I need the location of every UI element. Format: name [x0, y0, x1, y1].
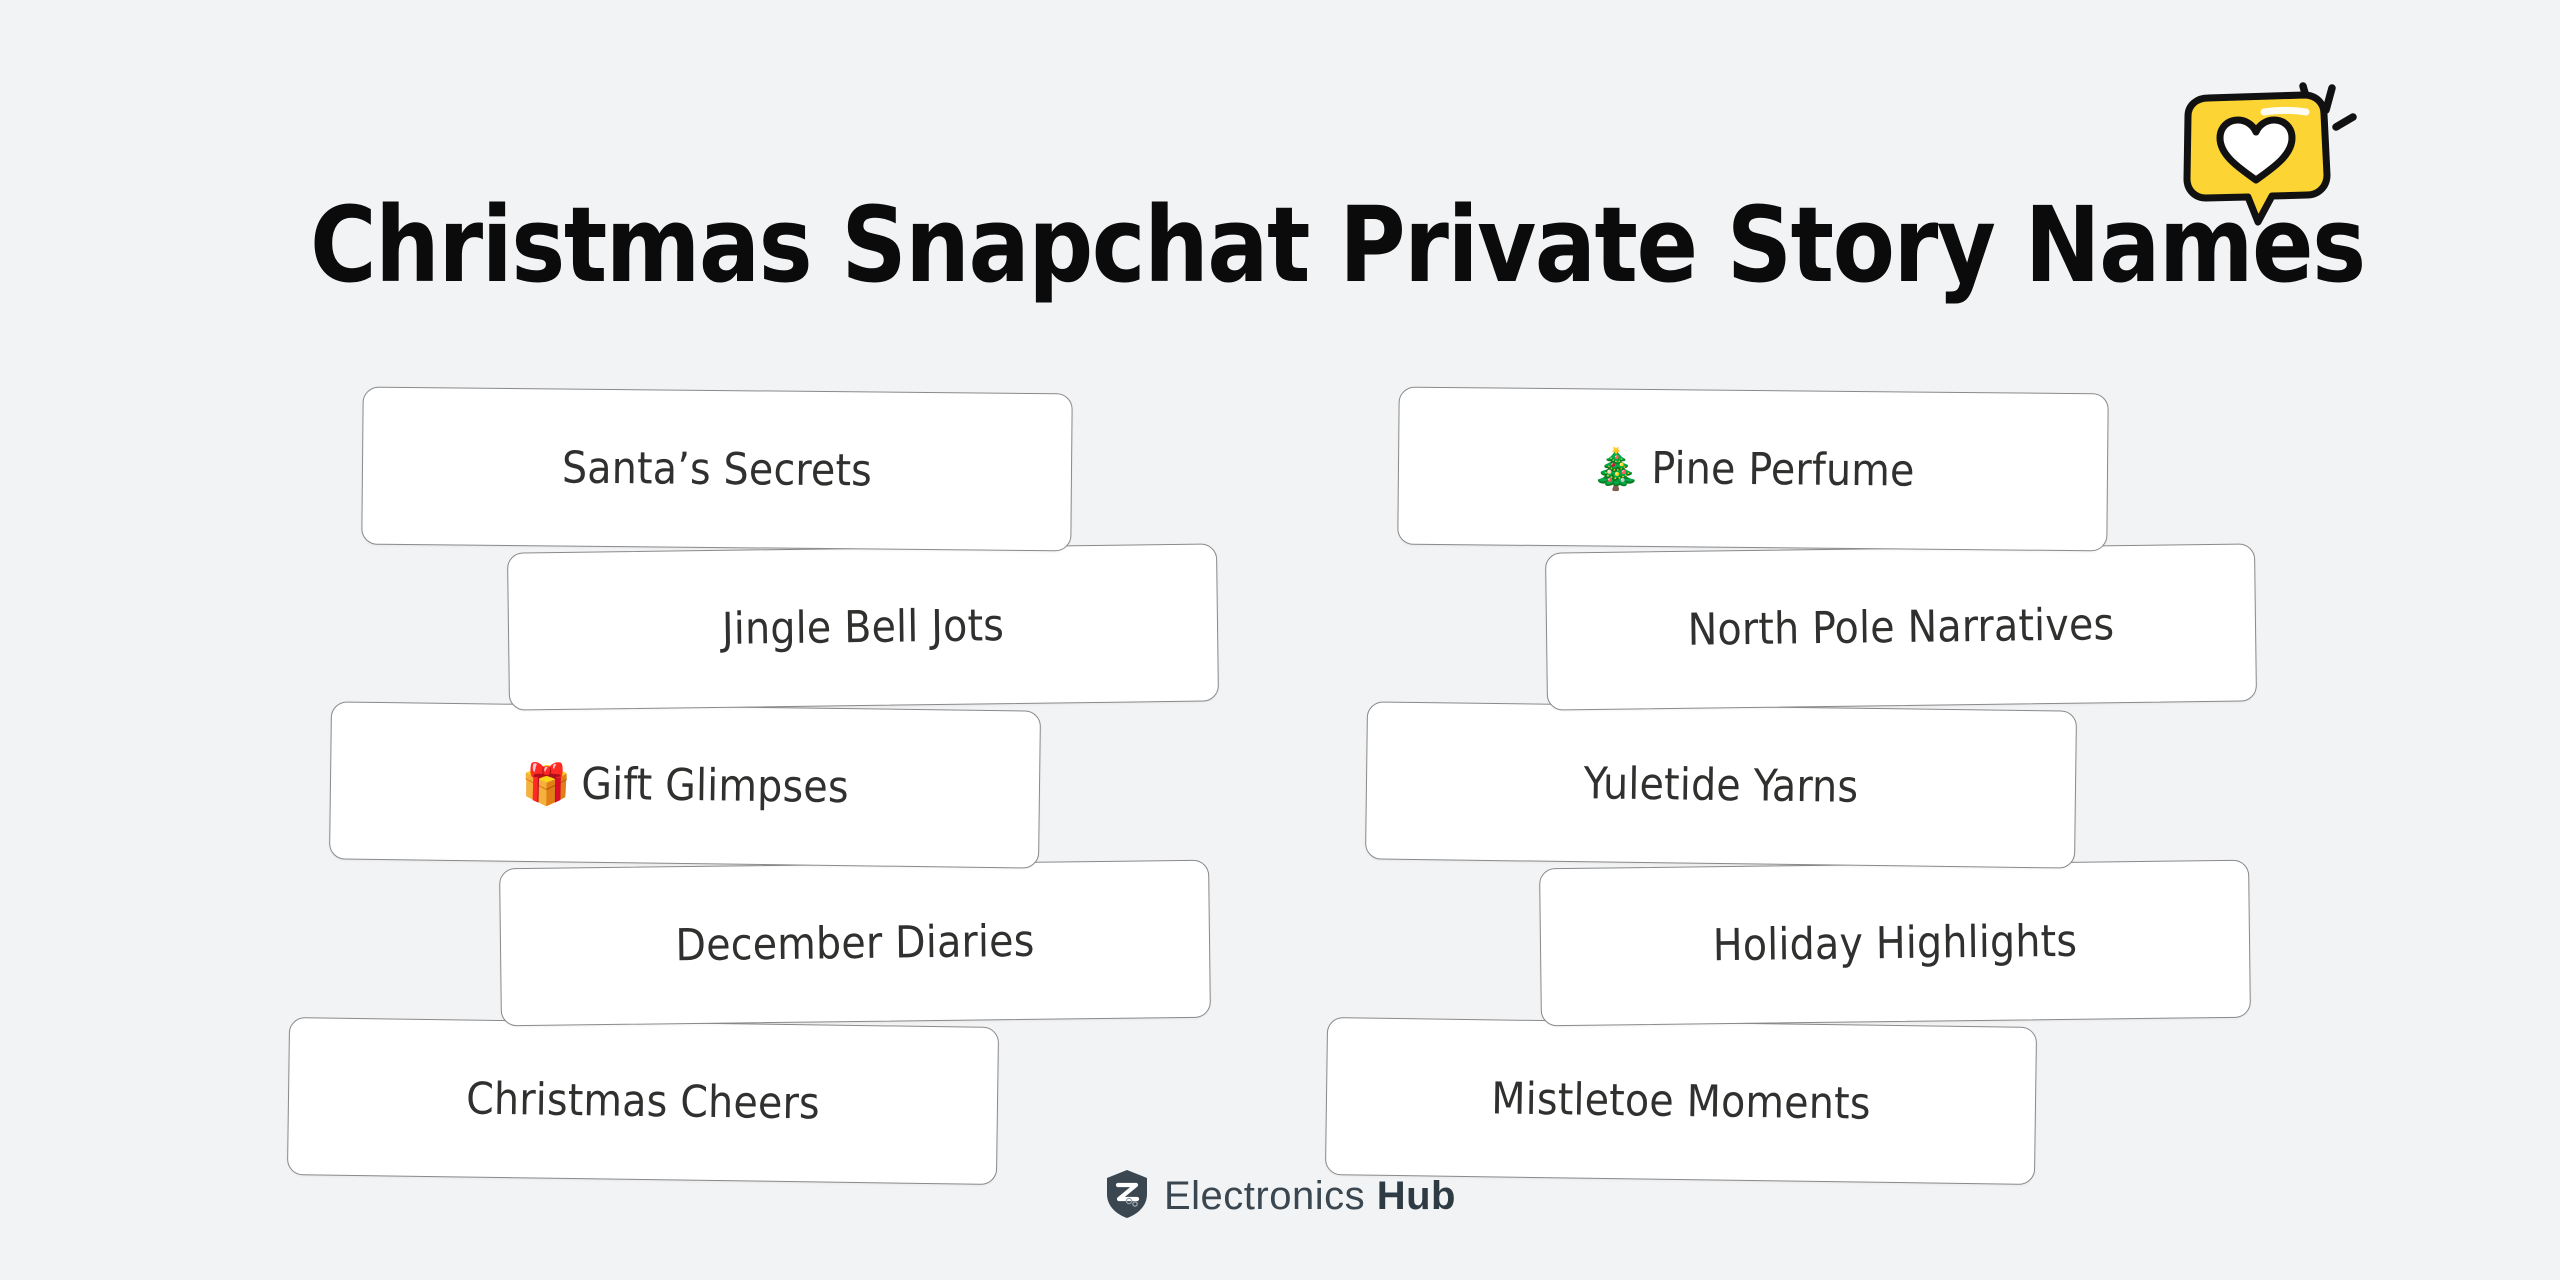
story-name-text: Pine Perfume	[1651, 442, 1915, 497]
brand-light: Electronics	[1163, 1174, 1377, 1218]
story-name-card[interactable]: Christmas Cheers	[286, 1017, 1000, 1185]
shield-logo-icon	[1104, 1168, 1150, 1225]
story-name-label: Christmas Cheers	[466, 1073, 820, 1129]
story-name-label: Yuletide Yarns	[1583, 758, 1858, 813]
story-name-text: Holiday Highlights	[1712, 915, 2078, 971]
speech-bubble-heart-icon	[2160, 70, 2360, 230]
story-name-card[interactable]: Mistletoe Moments	[1324, 1017, 2038, 1185]
story-name-text: Mistletoe Moments	[1491, 1072, 1871, 1130]
story-name-card[interactable]: 🎄 Pine Perfume	[1397, 386, 2109, 552]
story-name-card[interactable]: Santa’s Secrets	[361, 386, 1073, 552]
story-name-text: Christmas Cheers	[465, 1073, 821, 1129]
story-name-label: 🎄 Pine Perfume	[1591, 442, 1915, 497]
story-name-card[interactable]: December Diaries	[499, 859, 1211, 1027]
story-name-card[interactable]: Holiday Highlights	[1539, 859, 2251, 1027]
story-name-card[interactable]: North Pole Narratives	[1544, 543, 2258, 711]
story-name-card[interactable]: Jingle Bell Jots	[506, 543, 1220, 711]
story-name-text: December Diaries	[675, 915, 1035, 971]
story-name-text: Santa’s Secrets	[561, 442, 873, 496]
story-name-label: North Pole Narratives	[1687, 599, 2114, 656]
story-name-label: 🎁 Gift Glimpses	[521, 757, 849, 812]
page-title: Christmas Snapchat Private Story Names	[310, 184, 2366, 306]
story-name-text: Yuletide Yarns	[1583, 757, 1859, 813]
story-name-text: North Pole Narratives	[1687, 598, 2115, 656]
story-name-text: Gift Glimpses	[580, 758, 850, 813]
story-name-label: Holiday Highlights	[1713, 915, 2078, 970]
gift-icon: 🎁	[520, 761, 572, 809]
story-name-card[interactable]: 🎁 Gift Glimpses	[328, 701, 1042, 869]
bubble-gloss-icon	[2260, 107, 2310, 116]
christmas-tree-icon: 🎄	[1591, 445, 1642, 493]
story-name-text: Jingle Bell Jots	[721, 599, 1005, 655]
story-name-label: December Diaries	[675, 915, 1035, 970]
story-name-label: Jingle Bell Jots	[722, 600, 1005, 655]
footer-logo: Electronics Hub	[0, 1168, 2560, 1225]
card-column-left: Santa’s Secrets Jingle Bell Jots 🎁 Gift Gli…	[286, 380, 1300, 1185]
story-name-cards: Santa’s Secrets Jingle Bell Jots 🎁 Gift Gli…	[0, 380, 2560, 1185]
story-name-label: Santa’s Secrets	[562, 442, 873, 496]
story-name-card[interactable]: Yuletide Yarns	[1364, 701, 2078, 869]
brand-bold: Hub	[1376, 1174, 1456, 1218]
footer-wordmark: Electronics Hub	[1164, 1174, 1456, 1219]
story-name-label: Mistletoe Moments	[1491, 1073, 1871, 1129]
card-column-right: 🎄 Pine Perfume North Pole Narratives Yuleti…	[1324, 380, 2350, 1185]
